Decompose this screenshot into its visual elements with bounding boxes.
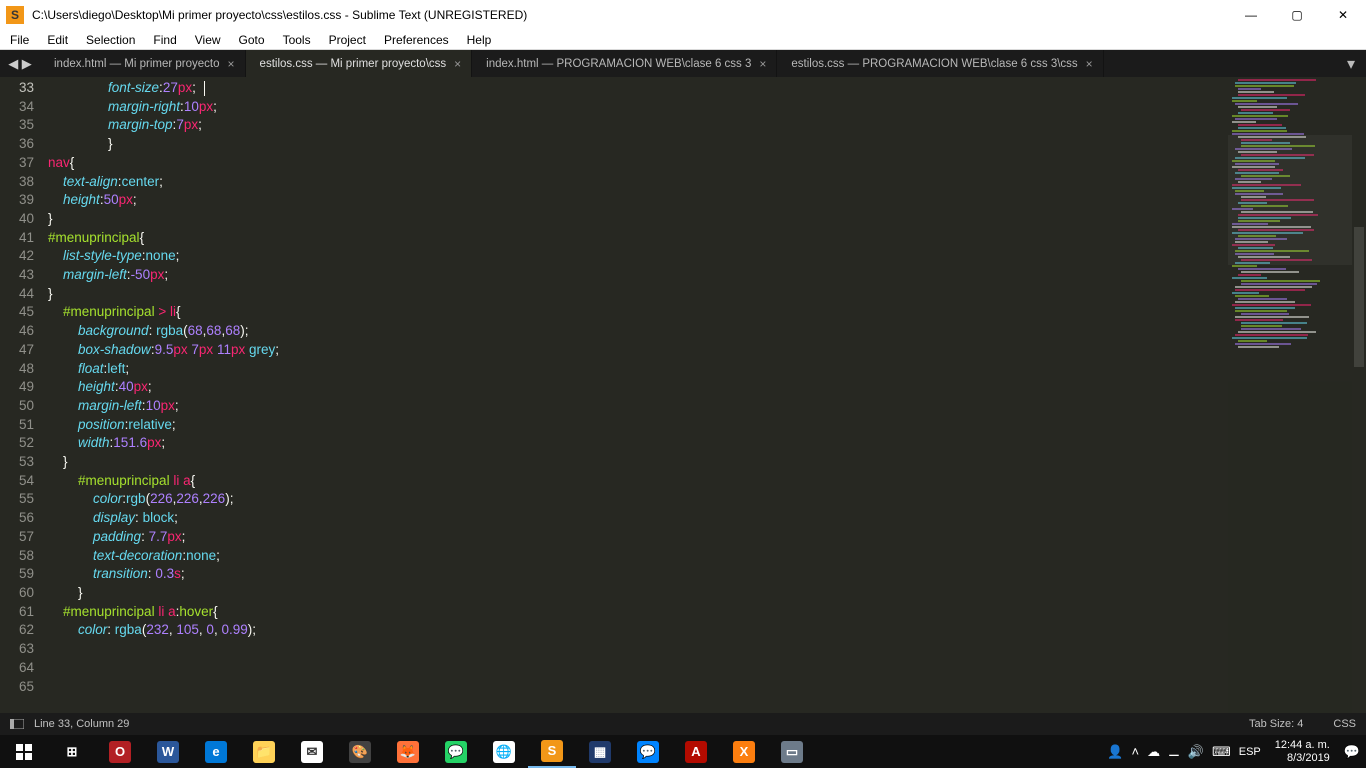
system-tray: 👤 ˄ ☁ ⚊ 🔊 ⌨ ESP 12:44 a. m. 8/3/2019 💬 xyxy=(1107,739,1366,765)
taskbar-xampp[interactable]: X xyxy=(720,735,768,768)
menu-selection[interactable]: Selection xyxy=(86,33,135,47)
menu-preferences[interactable]: Preferences xyxy=(384,33,449,47)
input-language[interactable]: ESP xyxy=(1239,746,1261,758)
mail-icon: ✉ xyxy=(301,741,323,763)
tab-label: index.html — PROGRAMACION WEB\clase 6 cs… xyxy=(486,58,751,70)
code-area[interactable]: font-size:27px; margin-right:10px; margi… xyxy=(48,77,1366,713)
taskbar-word[interactable]: W xyxy=(144,735,192,768)
tab-label: estilos.css — PROGRAMACION WEB\clase 6 c… xyxy=(791,58,1077,70)
menu-find[interactable]: Find xyxy=(153,33,176,47)
windows-logo-icon xyxy=(16,744,32,760)
menu-bar: File Edit Selection Find View Goto Tools Projec… xyxy=(0,30,1366,50)
taskbar-paint3d[interactable]: 🎨 xyxy=(336,735,384,768)
vertical-scrollbar[interactable] xyxy=(1352,77,1366,713)
taskbar-sublime[interactable]: S xyxy=(528,735,576,768)
tab[interactable]: index.html — PROGRAMACION WEB\clase 6 cs… xyxy=(472,50,777,77)
line-gutter: 3334353637383940414243444546474849505152… xyxy=(0,77,48,713)
network-icon[interactable]: ⚊ xyxy=(1168,744,1180,760)
menu-help[interactable]: Help xyxy=(467,33,492,47)
close-icon[interactable]: × xyxy=(1086,57,1093,71)
close-button[interactable]: ✕ xyxy=(1320,0,1366,30)
scrollbar-thumb[interactable] xyxy=(1354,227,1364,367)
onedrive-icon[interactable]: ☁ xyxy=(1147,744,1160,760)
taskbar-whatsapp[interactable]: 💬 xyxy=(432,735,480,768)
tab-size[interactable]: Tab Size: 4 xyxy=(1249,718,1303,730)
taskbar-app1[interactable]: ▦ xyxy=(576,735,624,768)
app-icon: S xyxy=(6,6,24,24)
messenger-icon: 💬 xyxy=(637,741,659,763)
action-center-icon[interactable]: 💬 xyxy=(1344,744,1360,760)
people-icon[interactable]: 👤 xyxy=(1107,744,1123,760)
edge-icon: e xyxy=(205,741,227,763)
maximize-button[interactable]: ▢ xyxy=(1274,0,1320,30)
syntax-mode[interactable]: CSS xyxy=(1333,718,1356,730)
windows-taskbar: ⊞ O We 📁 ✉ 🎨 🦊 💬 🌐 S ▦ 💬 A X ▭ 👤 ˄ ☁ ⚊ 🔊 ⌨ ESP 12:44 a… xyxy=(0,735,1366,768)
tab-overflow-icon[interactable]: ▾ xyxy=(1336,50,1366,77)
paint3d-icon: 🎨 xyxy=(349,741,371,763)
window-titlebar: S C:\Users\diego\Desktop\Mi primer proye… xyxy=(0,0,1366,30)
taskbar-messenger[interactable]: 💬 xyxy=(624,735,672,768)
app2-icon: ▭ xyxy=(781,741,803,763)
tab[interactable]: estilos.css — PROGRAMACION WEB\clase 6 c… xyxy=(777,50,1103,77)
sublime-icon: S xyxy=(541,740,563,762)
close-icon[interactable]: × xyxy=(228,57,235,71)
sidebar-toggle-icon[interactable] xyxy=(10,719,24,729)
close-icon[interactable]: × xyxy=(759,57,766,71)
taskview-icon: ⊞ xyxy=(61,741,83,763)
volume-icon[interactable]: 🔊 xyxy=(1188,744,1204,760)
whatsapp-icon: 💬 xyxy=(445,741,467,763)
menu-tools[interactable]: Tools xyxy=(283,33,311,47)
menu-goto[interactable]: Goto xyxy=(239,33,265,47)
cursor-position: Line 33, Column 29 xyxy=(34,718,129,730)
app1-icon: ▦ xyxy=(589,741,611,763)
taskbar-firefox[interactable]: 🦊 xyxy=(384,735,432,768)
menu-view[interactable]: View xyxy=(195,33,221,47)
acrobat-icon: A xyxy=(685,741,707,763)
taskbar-explorer[interactable]: 📁 xyxy=(240,735,288,768)
taskbar-mail[interactable]: ✉ xyxy=(288,735,336,768)
status-bar: Line 33, Column 29 Tab Size: 4 CSS xyxy=(0,713,1366,735)
xampp-icon: X xyxy=(733,741,755,763)
taskbar-app2[interactable]: ▭ xyxy=(768,735,816,768)
editor[interactable]: 3334353637383940414243444546474849505152… xyxy=(0,77,1366,713)
taskbar-chrome[interactable]: 🌐 xyxy=(480,735,528,768)
menu-file[interactable]: File xyxy=(10,33,29,47)
taskbar-opera[interactable]: O xyxy=(96,735,144,768)
start-button[interactable] xyxy=(0,735,48,768)
taskbar-acrobat[interactable]: A xyxy=(672,735,720,768)
menu-project[interactable]: Project xyxy=(329,33,366,47)
tab[interactable]: estilos.css — Mi primer proyecto\css × xyxy=(246,50,473,77)
close-icon[interactable]: × xyxy=(454,57,461,71)
window-title: C:\Users\diego\Desktop\Mi primer proyect… xyxy=(32,8,1228,22)
tab-nav-arrows[interactable]: ◀ ▶ xyxy=(0,50,40,77)
tab-strip: ◀ ▶ index.html — Mi primer proyecto×esti… xyxy=(0,50,1366,77)
opera-icon: O xyxy=(109,741,131,763)
minimap-viewport[interactable] xyxy=(1228,135,1352,265)
window-controls: — ▢ ✕ xyxy=(1228,0,1366,30)
clock[interactable]: 12:44 a. m. 8/3/2019 xyxy=(1269,739,1336,765)
minimap[interactable] xyxy=(1228,77,1352,713)
explorer-icon: 📁 xyxy=(253,741,275,763)
firefox-icon: 🦊 xyxy=(397,741,419,763)
word-icon: W xyxy=(157,741,179,763)
menu-edit[interactable]: Edit xyxy=(47,33,68,47)
keyboard-icon[interactable]: ⌨ xyxy=(1212,744,1231,760)
tray-chevron-icon[interactable]: ˄ xyxy=(1132,744,1140,759)
minimize-button[interactable]: — xyxy=(1228,0,1274,30)
taskbar-taskview[interactable]: ⊞ xyxy=(48,735,96,768)
chrome-icon: 🌐 xyxy=(493,741,515,763)
tab-label: index.html — Mi primer proyecto xyxy=(54,58,220,70)
tab[interactable]: index.html — Mi primer proyecto × xyxy=(40,50,246,77)
taskbar-edge[interactable]: e xyxy=(192,735,240,768)
tab-label: estilos.css — Mi primer proyecto\css xyxy=(260,58,447,70)
